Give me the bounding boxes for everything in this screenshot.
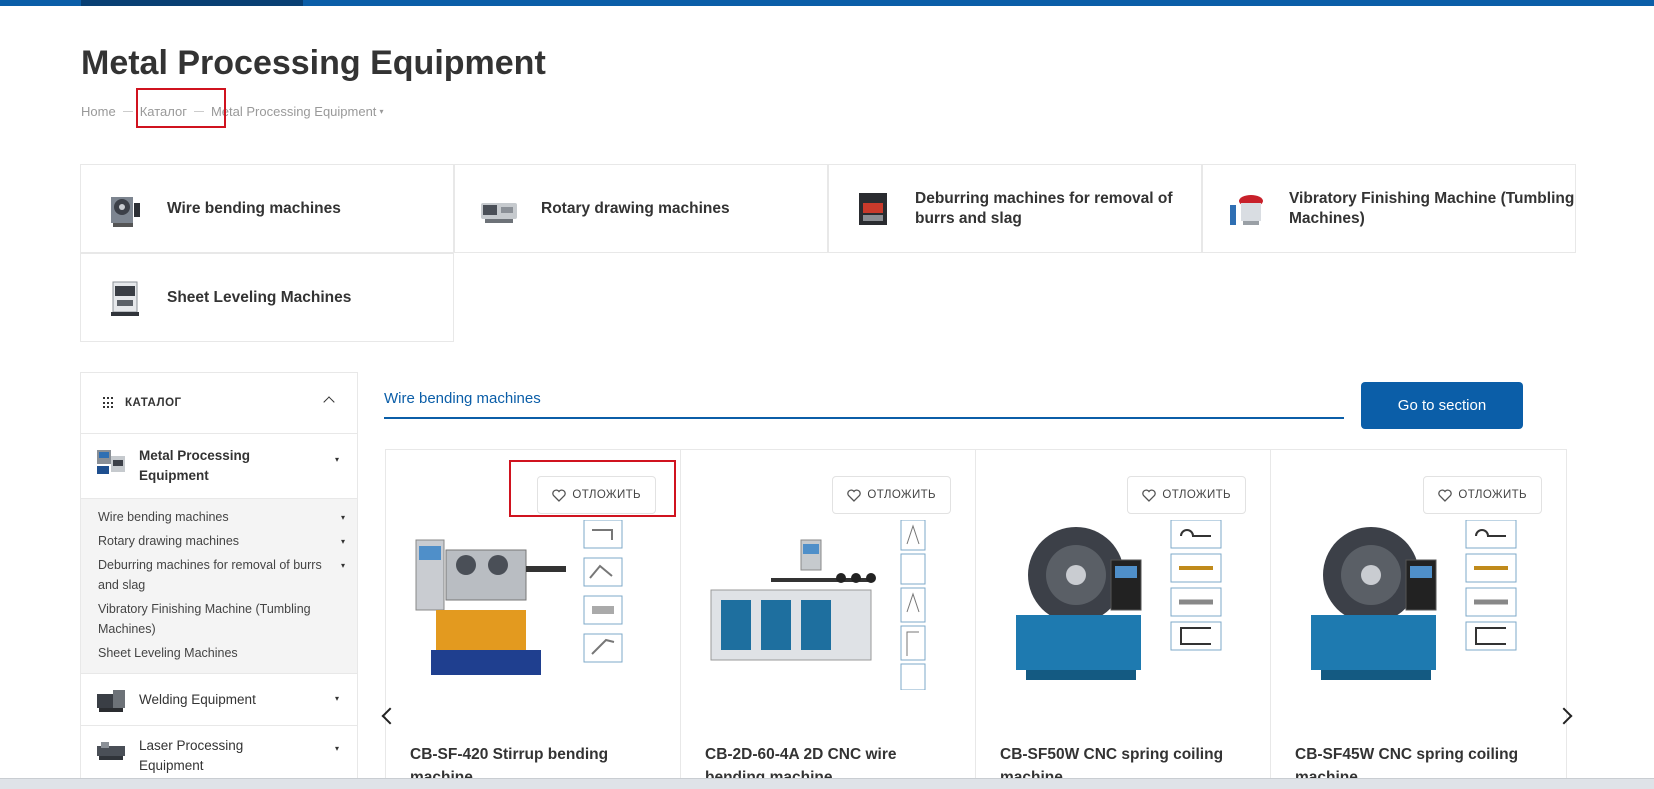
- tab-wire-bending[interactable]: Wire bending machines: [384, 390, 541, 407]
- sidebar-item-metal-processing[interactable]: Metal Processing Equipment ▾: [81, 434, 357, 499]
- defer-label: ОТЛОЖИТЬ: [867, 489, 936, 501]
- sidebar-item-welding[interactable]: Welding Equipment ▾: [81, 674, 357, 726]
- chevron-down-icon[interactable]: ▾: [335, 694, 339, 703]
- chevron-up-icon[interactable]: [323, 396, 335, 408]
- welding-thumb-icon: [95, 686, 127, 714]
- breadcrumb-caret-icon[interactable]: ▾: [379, 107, 383, 116]
- heart-icon: [847, 488, 862, 502]
- chevron-down-icon[interactable]: ▾: [335, 455, 339, 464]
- sidebar-subitem-label: Wire bending machines: [98, 510, 229, 524]
- catalog-sidebar: КАТАЛОГ Metal Processing Equipment ▾ Wir…: [80, 372, 358, 789]
- sidebar-item-label: Welding Equipment: [139, 691, 256, 707]
- defer-label: ОТЛОЖИТЬ: [1458, 489, 1527, 501]
- defer-button[interactable]: ОТЛОЖИТЬ: [832, 476, 951, 514]
- sidebar-item-label: Laser Processing Equipment: [139, 738, 244, 773]
- sidebar-subitem-sheet-leveling[interactable]: Sheet Leveling Machines: [98, 641, 343, 665]
- breadcrumb-current[interactable]: Metal Processing Equipment: [211, 104, 376, 119]
- product-image[interactable]: [996, 520, 1251, 690]
- product-image[interactable]: [1291, 520, 1546, 690]
- category-label: Vibratory Finishing Machine (Tumbling Ma…: [1289, 189, 1575, 227]
- product-card[interactable]: ОТЛОЖИТЬ CB-SF50W CNC spring coiling mac…: [976, 450, 1271, 789]
- breadcrumb: Home Каталог Metal Processing Equipment …: [81, 104, 383, 119]
- defer-label: ОТЛОЖИТЬ: [1162, 489, 1231, 501]
- sidebar-subitem-label: Vibratory Finishing Machine (Tumbling Ma…: [98, 602, 311, 636]
- category-label: Rotary drawing machines: [541, 199, 730, 217]
- section-tab-bar: Wire bending machines: [384, 377, 1344, 419]
- grid-menu-icon: [103, 397, 115, 409]
- coil-machine-icon: [105, 189, 145, 229]
- sidebar-item-label: Metal Processing Equipment: [139, 448, 251, 483]
- category-tile-deburring[interactable]: Deburring machines for removal of burrs …: [828, 164, 1202, 253]
- sidebar-subitem-rotary-drawing[interactable]: Rotary drawing machines ▾: [98, 529, 345, 553]
- sidebar-subitem-label: Rotary drawing machines: [98, 534, 240, 548]
- sidebar-subitem-label: Sheet Leveling Machines: [98, 646, 238, 660]
- os-taskbar-strip: [0, 778, 1654, 789]
- product-image[interactable]: [701, 520, 956, 690]
- product-image[interactable]: [406, 520, 661, 690]
- category-label: Sheet Leveling Machines: [167, 288, 352, 306]
- defer-button[interactable]: ОТЛОЖИТЬ: [1127, 476, 1246, 514]
- breadcrumb-separator: [122, 111, 133, 112]
- category-label: Wire bending machines: [167, 199, 341, 217]
- breadcrumb-home[interactable]: Home: [81, 104, 116, 119]
- chevron-down-icon[interactable]: ▾: [341, 556, 345, 576]
- category-tile-rotary-drawing[interactable]: Rotary drawing machines: [454, 164, 828, 253]
- lathe-machine-icon: [479, 189, 519, 229]
- tumbler-machine-icon: [1227, 189, 1267, 229]
- top-accent-segment: [81, 0, 303, 6]
- defer-button[interactable]: ОТЛОЖИТЬ: [1423, 476, 1542, 514]
- category-tile-wire-bending[interactable]: Wire bending machines: [80, 164, 454, 253]
- page-title: Metal Processing Equipment: [81, 44, 546, 82]
- sidebar-subitem-label: Deburring machines for removal of burrs …: [98, 558, 322, 592]
- catalog-highlight-box: [136, 88, 226, 128]
- leveler-machine-icon: [105, 278, 145, 318]
- sidebar-subitem-vibratory[interactable]: Vibratory Finishing Machine (Tumbling Ma…: [98, 597, 343, 641]
- heart-icon: [1438, 488, 1453, 502]
- defer-highlight-box: [509, 460, 676, 517]
- sidebar-title: КАТАЛОГ: [125, 397, 182, 409]
- sidebar-subitem-deburring[interactable]: Deburring machines for removal of burrs …: [98, 553, 345, 597]
- category-label: Deburring machines for removal of burrs …: [915, 189, 1173, 227]
- sidebar-subitem-wire-bending[interactable]: Wire bending machines ▾: [98, 505, 345, 529]
- chevron-down-icon[interactable]: ▾: [341, 508, 345, 528]
- deburring-machine-icon: [853, 189, 893, 229]
- heart-icon: [1142, 488, 1157, 502]
- sidebar-header[interactable]: КАТАЛОГ: [81, 373, 357, 434]
- product-card[interactable]: ОТЛОЖИТЬ CB-2D-60-4A 2D CNC wire bending…: [681, 450, 976, 789]
- go-to-section-button[interactable]: Go to section: [1361, 382, 1523, 429]
- chevron-down-icon[interactable]: ▾: [335, 744, 339, 753]
- category-tile-sheet-leveling[interactable]: Sheet Leveling Machines: [80, 253, 454, 342]
- laser-thumb-icon: [95, 736, 127, 764]
- product-card[interactable]: ОТЛОЖИТЬ CB-SF45W CNC spring coiling mac…: [1271, 450, 1566, 789]
- metal-processing-thumb-icon: [95, 446, 127, 474]
- category-tile-vibratory[interactable]: Vibratory Finishing Machine (Tumbling Ma…: [1202, 164, 1576, 253]
- chevron-down-icon[interactable]: ▾: [341, 532, 345, 552]
- sidebar-subitems: Wire bending machines ▾ Rotary drawing ma…: [81, 499, 357, 674]
